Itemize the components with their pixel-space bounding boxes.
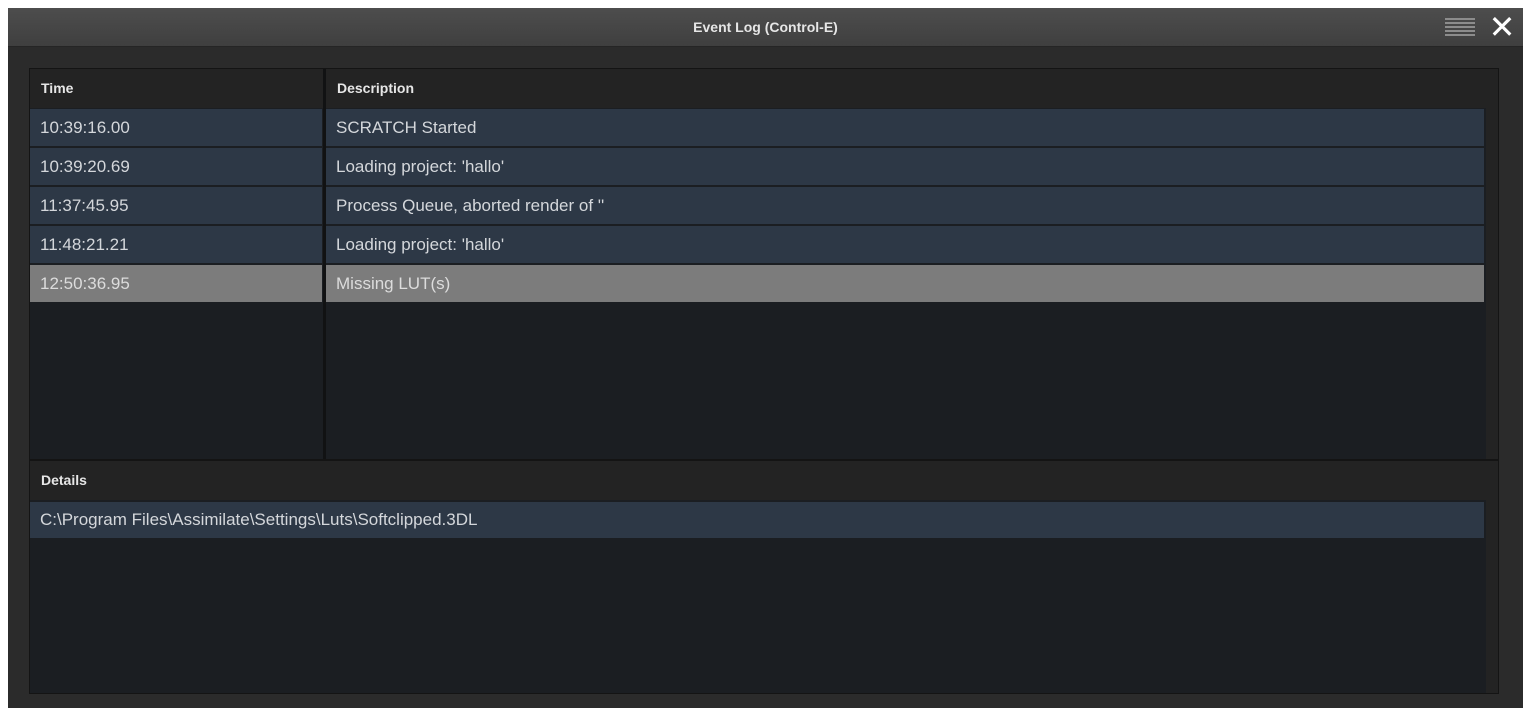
details-scrollbar[interactable] [1486,461,1498,693]
event-description-cell[interactable]: Loading project: 'hallo' [326,226,1484,263]
event-row[interactable]: 10:39:20.69 Loading project: 'hallo' [30,148,1486,185]
column-header-time[interactable]: Time [30,69,323,108]
event-time-cell[interactable]: 10:39:16.00 [30,109,322,146]
event-time-cell[interactable]: 11:48:21.21 [30,226,322,263]
event-row[interactable]: 11:37:45.95 Process Queue, aborted render… [30,187,1486,224]
event-description-cell[interactable]: Process Queue, aborted render of '' [326,187,1484,224]
event-time-cell[interactable]: 11:37:45.95 [30,187,322,224]
event-log-window: Event Log (Control-E) ✕ Time Description… [8,8,1523,708]
column-header-row: Time Description [30,69,1498,108]
event-row[interactable]: 12:50:36.95 Missing LUT(s) [30,265,1486,302]
event-description-cell[interactable]: Loading project: 'hallo' [326,148,1484,185]
event-rows: 10:39:16.00 SCRATCH Started 10:39:20.69 Loa… [30,109,1486,304]
event-row[interactable]: 11:48:21.21 Loading project: 'hallo' [30,226,1486,263]
column-header-description[interactable]: Description [326,69,1486,108]
title-bar[interactable]: Event Log (Control-E) ✕ [8,8,1523,47]
event-list-scrollbar[interactable] [1486,69,1498,459]
event-list-panel: Time Description 10:39:16.00 SCRATCH Star… [29,68,1499,460]
details-panel: Details C:\Program Files\Assimilate\Sett… [29,460,1499,694]
event-row[interactable]: 10:39:16.00 SCRATCH Started [30,109,1486,146]
details-text[interactable]: C:\Program Files\Assimilate\Settings\Lut… [30,502,1484,538]
event-description-cell[interactable]: SCRATCH Started [326,109,1484,146]
event-time-cell[interactable]: 10:39:20.69 [30,148,322,185]
hamburger-menu-icon[interactable] [1445,18,1475,37]
event-time-cell[interactable]: 12:50:36.95 [30,265,322,302]
details-header: Details [30,461,1498,500]
close-icon[interactable]: ✕ [1487,11,1517,43]
window-title: Event Log (Control-E) [693,19,838,35]
event-description-cell[interactable]: Missing LUT(s) [326,265,1484,302]
